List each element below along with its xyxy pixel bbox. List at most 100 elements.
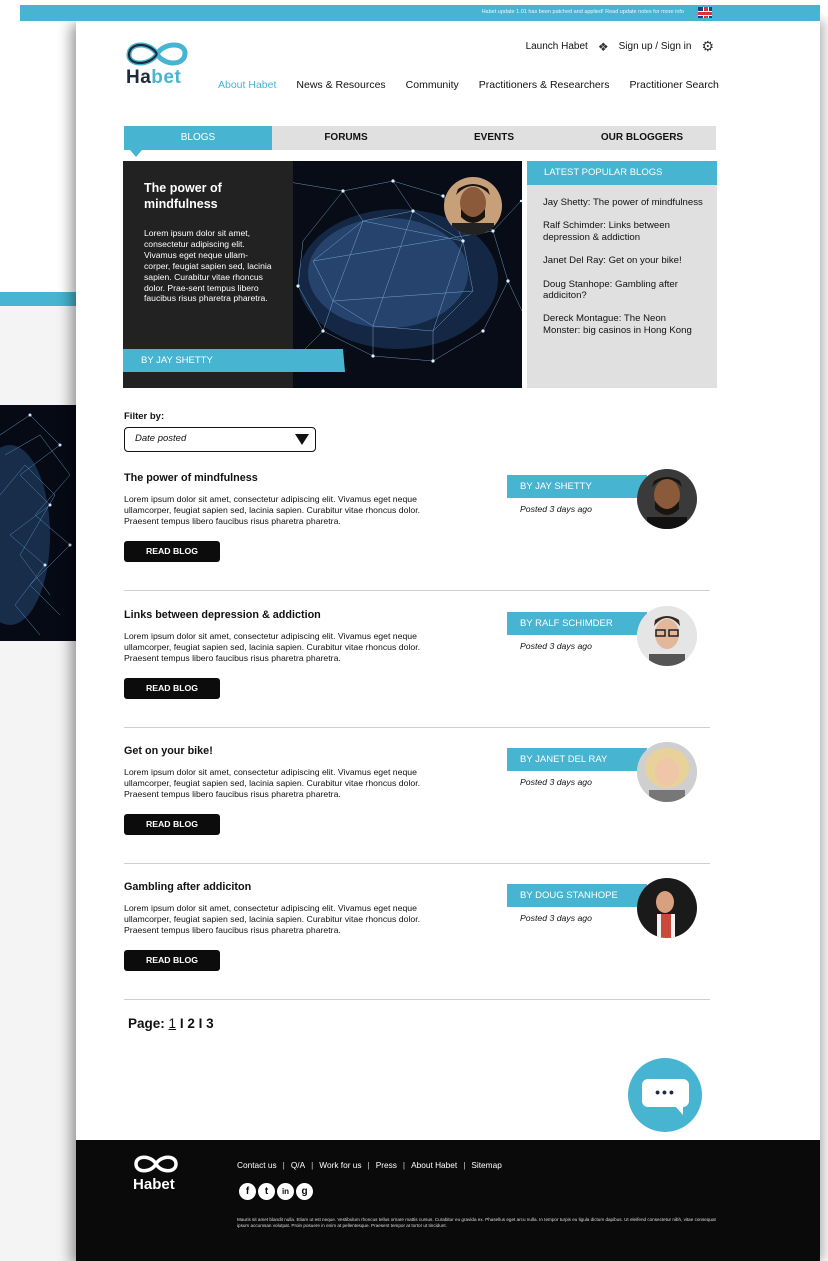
filter-label: Filter by: bbox=[124, 411, 165, 422]
avatar-doug-stanhope bbox=[637, 878, 697, 938]
wordmark-a: Ha bbox=[126, 67, 152, 88]
wordmark-b: bet bbox=[151, 67, 182, 88]
avatar-janet-del-ray bbox=[637, 742, 697, 802]
footer-links: Contact us | Q/A | Work for us | Press |… bbox=[237, 1160, 502, 1170]
popular-blog-item[interactable]: Ralf Schimder: Links between depression … bbox=[543, 220, 703, 243]
section-tabs: BLOGS FORUMS EVENTS OUR BLOGGERS bbox=[124, 126, 716, 150]
chat-icon-dots: ••• bbox=[655, 1084, 676, 1100]
blog-post-date: Posted 3 days ago bbox=[520, 777, 592, 787]
read-blog-button[interactable]: READ BLOG bbox=[124, 541, 220, 562]
main-nav: About Habet News & Resources Community P… bbox=[218, 79, 719, 91]
avatar-jay-shetty bbox=[444, 177, 502, 235]
footer-separator: | bbox=[282, 1160, 285, 1170]
tab-blogs[interactable]: BLOGS bbox=[124, 126, 272, 150]
blog-post-date: Posted 3 days ago bbox=[520, 641, 592, 651]
blog-post: Get on your bike! Lorem ipsum dolor sit … bbox=[124, 742, 719, 875]
blog-post-title[interactable]: Get on your bike! bbox=[124, 745, 213, 757]
background-brain-image bbox=[0, 405, 76, 641]
blog-post-date: Posted 3 days ago bbox=[520, 913, 592, 923]
footer-link-contact[interactable]: Contact us bbox=[237, 1160, 277, 1170]
blog-post-author[interactable]: BY JAY SHETTY bbox=[507, 475, 647, 498]
nav-practitioner-search[interactable]: Practitioner Search bbox=[630, 79, 719, 91]
footer-wordmark: Habet bbox=[133, 1176, 175, 1193]
footer-wordmark-b: bet bbox=[152, 1176, 175, 1193]
announcement-text[interactable]: Habet update 1.01 has been patched and a… bbox=[482, 9, 684, 15]
footer-fine-print: Mauris sit amet blandit nulla. Etiam ut … bbox=[237, 1217, 716, 1228]
twitter-icon[interactable]: t bbox=[258, 1183, 275, 1200]
footer-separator: | bbox=[311, 1160, 314, 1170]
blog-post: Links between depression & addiction Lor… bbox=[124, 606, 719, 739]
blog-post-excerpt: Lorem ipsum dolor sit amet, consectetur … bbox=[124, 494, 421, 526]
blog-post: The power of mindfulness Lorem ipsum dol… bbox=[124, 469, 719, 602]
post-divider bbox=[124, 590, 710, 591]
featured-blog-author[interactable]: BY JAY SHETTY bbox=[123, 349, 345, 372]
page-link[interactable]: 3 bbox=[206, 1016, 214, 1031]
blog-post-title[interactable]: Gambling after addiciton bbox=[124, 881, 251, 893]
blog-post-date: Posted 3 days ago bbox=[520, 504, 592, 514]
popular-blogs-heading: LATEST POPULAR BLOGS bbox=[527, 161, 717, 185]
avatar-jay-shetty bbox=[637, 469, 697, 529]
read-blog-button[interactable]: READ BLOG bbox=[124, 814, 220, 835]
avatar-ralf-schimder bbox=[637, 606, 697, 666]
blog-post-excerpt: Lorem ipsum dolor sit amet, consectetur … bbox=[124, 631, 421, 663]
launch-habet-link[interactable]: Launch Habet bbox=[526, 41, 588, 52]
read-blog-button[interactable]: READ BLOG bbox=[124, 950, 220, 971]
meetup-icon[interactable]: g bbox=[296, 1183, 313, 1200]
facebook-icon[interactable]: f bbox=[239, 1183, 256, 1200]
footer: Habet Contact us | Q/A | Work for us | P… bbox=[76, 1140, 820, 1261]
blog-post-author[interactable]: BY JANET DEL RAY bbox=[507, 748, 647, 771]
popular-blog-item[interactable]: Janet Del Ray: Get on your bike! bbox=[543, 255, 703, 266]
footer-separator: | bbox=[463, 1160, 466, 1170]
popular-blog-item[interactable]: Dereck Montague: The Neon Monster: big c… bbox=[543, 313, 703, 336]
post-divider bbox=[124, 727, 710, 728]
post-divider bbox=[124, 999, 710, 1000]
page-separator: I bbox=[179, 1016, 184, 1031]
uk-flag-icon[interactable] bbox=[698, 7, 712, 18]
footer-link-press[interactable]: Press bbox=[376, 1160, 397, 1170]
tab-forums[interactable]: FORUMS bbox=[272, 126, 420, 150]
social-links: f t in g bbox=[239, 1183, 313, 1200]
page-link[interactable]: 2 bbox=[187, 1016, 195, 1031]
filter-select[interactable]: Date posted bbox=[124, 427, 316, 452]
featured-blog-title[interactable]: The power of mindfulness bbox=[144, 180, 264, 212]
gear-icon[interactable]: ⚙ bbox=[701, 38, 714, 55]
blog-post-author[interactable]: BY RALF SCHIMDER bbox=[507, 612, 647, 635]
nav-practitioners-researchers[interactable]: Practitioners & Researchers bbox=[479, 79, 610, 91]
nav-community[interactable]: Community bbox=[406, 79, 459, 91]
pagination-label: Page: bbox=[128, 1016, 165, 1031]
footer-separator: | bbox=[367, 1160, 370, 1170]
read-blog-button[interactable]: READ BLOG bbox=[124, 678, 220, 699]
featured-blog[interactable]: The power of mindfulness Lorem ipsum dol… bbox=[123, 161, 522, 388]
footer-separator: | bbox=[402, 1160, 406, 1170]
announcement-bar: Habet update 1.01 has been patched and a… bbox=[20, 5, 820, 21]
footer-link-qa[interactable]: Q/A bbox=[291, 1160, 305, 1170]
page-link-current[interactable]: 1 bbox=[169, 1016, 177, 1031]
background-mockup-bar bbox=[0, 292, 76, 306]
nav-news-resources[interactable]: News & Resources bbox=[296, 79, 385, 91]
launch-icon[interactable]: ❖ bbox=[598, 40, 609, 54]
active-tab-indicator bbox=[130, 150, 142, 157]
footer-link-sitemap[interactable]: Sitemap bbox=[471, 1160, 501, 1170]
blog-post-title[interactable]: The power of mindfulness bbox=[124, 472, 258, 484]
blog-post-author[interactable]: BY DOUG STANHOPE bbox=[507, 884, 647, 907]
blog-post: Gambling after addiciton Lorem ipsum dol… bbox=[124, 878, 719, 1011]
habet-wordmark: Habet bbox=[126, 67, 181, 89]
footer-link-about[interactable]: About Habet bbox=[411, 1160, 457, 1170]
blog-post-excerpt: Lorem ipsum dolor sit amet, consectetur … bbox=[124, 903, 421, 935]
post-divider bbox=[124, 863, 710, 864]
nav-about-habet[interactable]: About Habet bbox=[218, 79, 276, 91]
footer-link-work[interactable]: Work for us bbox=[319, 1160, 361, 1170]
popular-blog-item[interactable]: Doug Stanhope: Gambling after addiciton? bbox=[543, 279, 703, 302]
linkedin-icon[interactable]: in bbox=[277, 1183, 294, 1200]
popular-blog-item[interactable]: Jay Shetty: The power of mindfulness bbox=[543, 197, 703, 208]
tab-our-bloggers[interactable]: OUR BLOGGERS bbox=[568, 126, 716, 150]
popular-blogs-panel: LATEST POPULAR BLOGS Jay Shetty: The pow… bbox=[527, 161, 717, 388]
pagination: Page: 1 I 2 I 3 bbox=[128, 1016, 214, 1031]
sign-in-link[interactable]: Sign up / Sign in bbox=[619, 41, 692, 52]
tab-events[interactable]: EVENTS bbox=[420, 126, 568, 150]
blog-post-title[interactable]: Links between depression & addiction bbox=[124, 609, 321, 621]
top-links: Launch Habet ❖ Sign up / Sign in ⚙ bbox=[526, 38, 714, 55]
dropdown-triangle-icon[interactable] bbox=[295, 434, 309, 445]
chat-button[interactable]: ••• bbox=[628, 1058, 702, 1132]
page-separator: I bbox=[198, 1016, 203, 1031]
